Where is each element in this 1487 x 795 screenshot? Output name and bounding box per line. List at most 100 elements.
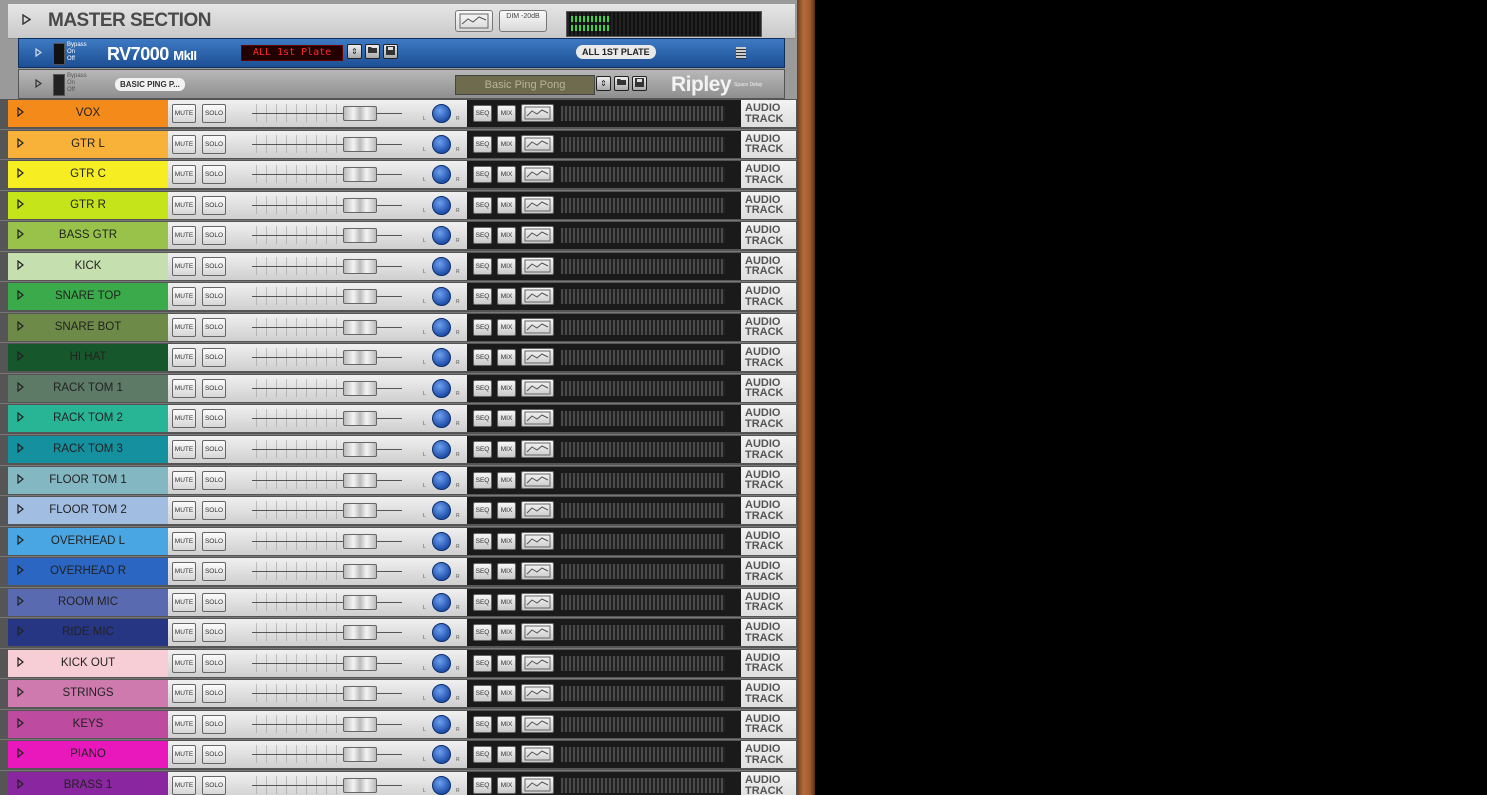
solo-button[interactable]: SOLO: [202, 226, 226, 246]
volume-fader[interactable]: [343, 503, 377, 519]
channel-name[interactable]: ROOM MIC: [8, 589, 168, 616]
waveform-button[interactable]: [521, 776, 554, 795]
pan-knob[interactable]: [432, 653, 451, 673]
mute-button[interactable]: MUTE: [172, 684, 196, 704]
seq-button[interactable]: SEQ: [473, 105, 492, 122]
mix-button[interactable]: MIX: [497, 349, 516, 367]
mix-button[interactable]: MIX: [497, 532, 516, 550]
mix-button[interactable]: MIX: [497, 288, 516, 306]
pan-knob[interactable]: [432, 134, 451, 154]
solo-button[interactable]: SOLO: [202, 287, 226, 307]
channel-name[interactable]: GTR R: [8, 192, 168, 219]
waveform-button[interactable]: [521, 745, 554, 764]
solo-button[interactable]: SOLO: [202, 501, 226, 521]
volume-fader[interactable]: [343, 655, 377, 671]
mix-button[interactable]: MIX: [497, 318, 516, 336]
seq-button[interactable]: SEQ: [473, 471, 492, 489]
channel-name[interactable]: FLOOR TOM 2: [8, 497, 168, 524]
browse-patch-button[interactable]: [614, 76, 629, 91]
volume-fader[interactable]: [343, 625, 377, 641]
volume-fader[interactable]: [343, 594, 377, 610]
solo-button[interactable]: SOLO: [202, 531, 226, 551]
patch-stepper[interactable]: ⇕: [347, 44, 362, 59]
pan-knob[interactable]: [432, 256, 451, 276]
seq-button[interactable]: SEQ: [473, 441, 492, 459]
waveform-button[interactable]: [521, 226, 554, 245]
waveform-button[interactable]: [521, 684, 554, 703]
mute-button[interactable]: MUTE: [172, 714, 196, 734]
solo-button[interactable]: SOLO: [202, 653, 226, 673]
waveform-button[interactable]: [521, 501, 554, 520]
solo-button[interactable]: SOLO: [202, 165, 226, 185]
mute-button[interactable]: MUTE: [172, 745, 196, 765]
solo-button[interactable]: SOLO: [202, 104, 226, 123]
mix-button[interactable]: MIX: [497, 593, 516, 611]
bypass-switch[interactable]: [53, 74, 65, 96]
volume-fader[interactable]: [343, 167, 377, 183]
solo-button[interactable]: SOLO: [202, 134, 226, 154]
bypass-switch[interactable]: [53, 43, 65, 65]
solo-button[interactable]: SOLO: [202, 745, 226, 765]
mute-button[interactable]: MUTE: [172, 440, 196, 460]
channel-name[interactable]: SNARE BOT: [8, 314, 168, 341]
volume-fader[interactable]: [343, 258, 377, 274]
volume-fader[interactable]: [343, 106, 377, 121]
mix-button[interactable]: MIX: [497, 624, 516, 642]
channel-name[interactable]: OVERHEAD R: [8, 558, 168, 585]
seq-button[interactable]: SEQ: [473, 410, 492, 428]
mix-button[interactable]: MIX: [497, 257, 516, 275]
seq-button[interactable]: SEQ: [473, 532, 492, 550]
channel-name[interactable]: BASS GTR: [8, 222, 168, 249]
volume-fader[interactable]: [343, 564, 377, 580]
mix-button[interactable]: MIX: [497, 105, 516, 122]
volume-fader[interactable]: [343, 411, 377, 427]
waveform-button[interactable]: [521, 378, 554, 397]
volume-fader[interactable]: [343, 778, 377, 794]
seq-button[interactable]: SEQ: [473, 563, 492, 581]
mute-button[interactable]: MUTE: [172, 470, 196, 490]
volume-fader[interactable]: [343, 228, 377, 244]
volume-fader[interactable]: [343, 747, 377, 763]
pan-knob[interactable]: [432, 501, 451, 521]
pan-knob[interactable]: [432, 165, 451, 185]
mute-button[interactable]: MUTE: [172, 317, 196, 337]
mix-button[interactable]: MIX: [497, 746, 516, 764]
waveform-button[interactable]: [455, 10, 493, 32]
waveform-button[interactable]: [521, 287, 554, 306]
seq-button[interactable]: SEQ: [473, 746, 492, 764]
mix-button[interactable]: MIX: [497, 654, 516, 672]
waveform-button[interactable]: [521, 531, 554, 550]
dim-button[interactable]: DIM -20dB: [499, 10, 547, 32]
pan-knob[interactable]: [432, 104, 451, 123]
solo-button[interactable]: SOLO: [202, 348, 226, 368]
mix-button[interactable]: MIX: [497, 777, 516, 795]
waveform-button[interactable]: [521, 104, 554, 122]
seq-button[interactable]: SEQ: [473, 227, 492, 245]
solo-button[interactable]: SOLO: [202, 623, 226, 643]
waveform-button[interactable]: [521, 195, 554, 214]
seq-button[interactable]: SEQ: [473, 593, 492, 611]
mute-button[interactable]: MUTE: [172, 562, 196, 582]
volume-fader[interactable]: [343, 197, 377, 213]
waveform-button[interactable]: [521, 653, 554, 672]
solo-button[interactable]: SOLO: [202, 562, 226, 582]
channel-name[interactable]: STRINGS: [8, 680, 168, 707]
patch-stepper[interactable]: ⇕: [596, 76, 611, 91]
expand-arrow-icon[interactable]: [35, 48, 42, 57]
channel-name[interactable]: BRASS 1: [8, 772, 168, 795]
mute-button[interactable]: MUTE: [172, 256, 196, 276]
pan-knob[interactable]: [432, 195, 451, 215]
mix-button[interactable]: MIX: [497, 196, 516, 214]
mix-button[interactable]: MIX: [497, 410, 516, 428]
waveform-button[interactable]: [521, 440, 554, 459]
mute-button[interactable]: MUTE: [172, 287, 196, 307]
seq-button[interactable]: SEQ: [473, 777, 492, 795]
pan-knob[interactable]: [432, 776, 451, 795]
mix-button[interactable]: MIX: [497, 471, 516, 489]
waveform-button[interactable]: [521, 317, 554, 336]
solo-button[interactable]: SOLO: [202, 256, 226, 276]
pan-knob[interactable]: [432, 470, 451, 490]
solo-button[interactable]: SOLO: [202, 317, 226, 337]
seq-button[interactable]: SEQ: [473, 654, 492, 672]
volume-fader[interactable]: [343, 319, 377, 335]
